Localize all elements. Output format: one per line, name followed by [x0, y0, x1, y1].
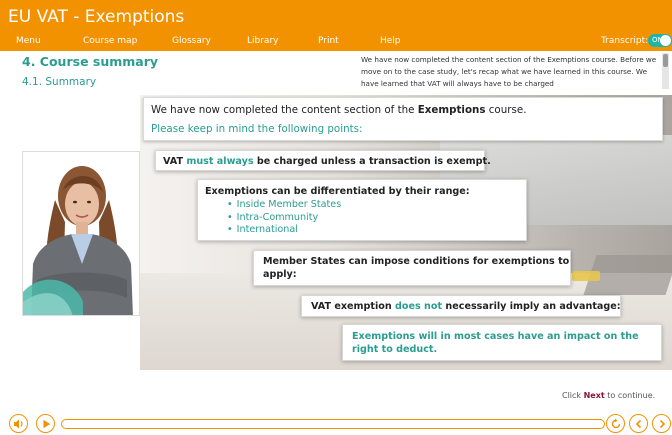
next-icon — [659, 419, 666, 429]
menu-item-glossary[interactable]: Glossary — [172, 36, 211, 46]
summary-point-conditions: Member States can impose conditions for … — [253, 250, 571, 286]
range-title: Exemptions can be differentiated by thei… — [205, 186, 470, 197]
app-title: EU VAT - Exemptions — [8, 7, 185, 27]
transcript-label: Transcript: — [601, 36, 649, 46]
top-bar: EU VAT - Exemptions Menu Course map Glos… — [0, 0, 672, 51]
menu-item-library[interactable]: Library — [247, 36, 278, 46]
highlight-must-always: must always — [186, 156, 254, 167]
range-item: International — [205, 224, 526, 237]
presenter-illustration — [23, 152, 139, 315]
volume-icon — [14, 419, 23, 429]
transcript-scrollbar[interactable] — [662, 53, 669, 89]
presenter-photo — [22, 151, 140, 316]
next-button[interactable] — [652, 414, 671, 433]
summary-point-must-always: VAT must always be charged unless a tran… — [155, 150, 491, 171]
summary-point-range: Exemptions can be differentiated by thei… — [197, 179, 527, 241]
play-button[interactable] — [36, 414, 55, 433]
menu-item-menu[interactable]: Menu — [16, 36, 41, 46]
progress-bar[interactable] — [61, 419, 605, 429]
next-word: Next — [583, 391, 605, 400]
menu-item-help[interactable]: Help — [380, 36, 401, 46]
transcript-text: We have now completed the content sectio… — [361, 55, 657, 88]
intro-course-name: Exemptions — [417, 104, 486, 116]
background-mug — [572, 271, 600, 281]
highlight-does-not: does not — [395, 301, 443, 312]
play-icon — [43, 419, 50, 429]
menu-item-print[interactable]: Print — [318, 36, 339, 46]
player-bar — [0, 413, 672, 435]
intro-box: We have now completed the content sectio… — [143, 97, 663, 141]
range-item: Intra-Community — [205, 212, 526, 225]
transcript-toggle[interactable]: ON — [648, 34, 672, 47]
previous-button[interactable] — [629, 414, 648, 433]
previous-icon — [635, 419, 642, 429]
summary-point-advantage: VAT exemption does not necessarily imply… — [301, 295, 621, 317]
range-list: Inside Member States Intra-Community Int… — [205, 199, 526, 237]
toggle-knob — [660, 35, 671, 46]
slide-stage: We have now completed the content sectio… — [0, 95, 672, 370]
course-title: 4. Course summary — [22, 54, 159, 69]
scrollbar-thumb[interactable] — [663, 54, 668, 67]
summary-point-deduct: Exemptions will in most cases have an im… — [342, 324, 662, 361]
range-item: Inside Member States — [205, 199, 526, 212]
continue-hint: Click Next to continue. — [562, 391, 656, 400]
intro-text: We have now completed the content sectio… — [151, 104, 527, 116]
menu-item-course-map[interactable]: Course map — [83, 36, 137, 46]
section-title: 4.1. Summary — [22, 76, 97, 88]
volume-button[interactable] — [9, 414, 28, 433]
replay-button[interactable] — [606, 414, 625, 433]
replay-icon — [611, 418, 621, 429]
intro-subtext: Please keep in mind the following points… — [151, 123, 363, 135]
